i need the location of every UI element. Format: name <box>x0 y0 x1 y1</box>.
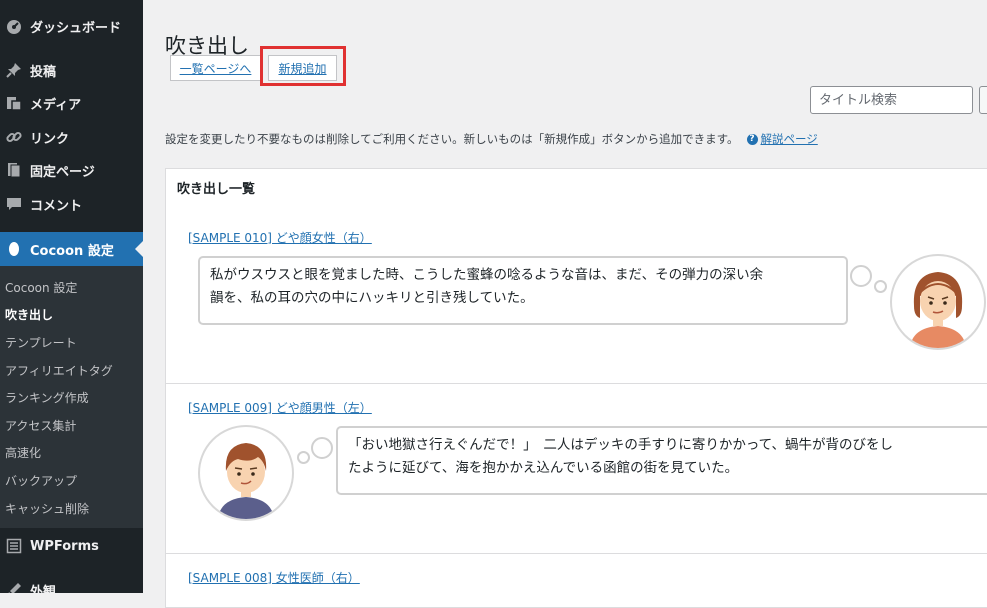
menu-comments[interactable]: コメント <box>0 187 143 221</box>
woman-avatar <box>890 254 986 350</box>
thought-circle-large <box>311 437 333 459</box>
sample-010-link[interactable]: [SAMPLE 010] どや顔女性（右） <box>188 229 372 246</box>
pin-icon <box>6 62 22 78</box>
page-icon <box>6 162 22 178</box>
menu-pages[interactable]: 固定ページ <box>0 153 143 187</box>
submenu-cocoon-settings[interactable]: Cocoon 設定 <box>5 279 77 296</box>
admin-sidebar: ダッシュボード 投稿 メディア リンク 固定ページ コメント Cocoon 設定… <box>0 0 143 593</box>
media-icon <box>6 95 22 111</box>
balloon-list-panel: 吹き出し一覧 [SAMPLE 010] どや顔女性（右） 私がウスウスと眼を覚ま… <box>165 168 987 608</box>
menu-media-label: メディア <box>30 97 82 113</box>
link-icon <box>6 129 22 145</box>
menu-dashboard[interactable]: ダッシュボード <box>0 9 143 43</box>
submenu-backup[interactable]: バックアップ <box>5 472 77 489</box>
bubble-line: たように延びて、海を抱かかえ込んでいる函館の街を見ていた。 <box>348 460 739 476</box>
menu-media[interactable]: メディア <box>0 86 143 120</box>
help-page-link[interactable]: 解説ページ <box>761 131 818 147</box>
bubble-line: 私がウスウスと眼を覚ました時、こうした蜜蜂の唸るような音は、まだ、その弾力の深い… <box>210 267 764 283</box>
row-divider <box>166 553 987 554</box>
cocoon-submenu: Cocoon 設定 吹き出し テンプレート アフィリエイトタグ ランキング作成 … <box>0 266 143 528</box>
dashboard-icon <box>6 18 22 34</box>
submenu-speedup[interactable]: 高速化 <box>5 444 41 461</box>
submenu-balloon[interactable]: 吹き出し <box>5 306 53 323</box>
submenu-cache-clear[interactable]: キャッシュ削除 <box>5 500 89 517</box>
help-icon: ? <box>746 133 758 145</box>
bubble-line: 「おい地獄さ行えぐんだで！」 二人はデッキの手すりに寄りかかって、蝸牛が背のびを… <box>348 437 893 453</box>
page-description: 設定を変更したり不要なものは削除してご利用ください。新しいものは「新規作成」ボタ… <box>165 131 818 147</box>
row-divider <box>166 383 987 384</box>
menu-comments-label: コメント <box>30 198 83 214</box>
speech-bubble: 私がウスウスと眼を覚ました時、こうした蜜蜂の唸るような音は、まだ、その弾力の深い… <box>198 256 848 325</box>
menu-wpforms[interactable]: WPForms <box>0 529 143 563</box>
menu-cocoon-settings[interactable]: Cocoon 設定 <box>0 232 143 266</box>
sample-008-link[interactable]: [SAMPLE 008] 女性医師（右） <box>188 569 360 586</box>
panel-title: 吹き出し一覧 <box>177 182 256 197</box>
thought-circle-small <box>874 280 887 293</box>
man-avatar <box>198 425 294 521</box>
list-page-tab[interactable]: 一覧ページへ <box>170 55 261 81</box>
menu-wpforms-label: WPForms <box>30 538 99 554</box>
thought-circle-small <box>297 451 310 464</box>
bubble-line: 韻を、私の耳の穴の中にハッキリと引き残していた。 <box>210 290 534 306</box>
menu-posts-label: 投稿 <box>30 64 57 80</box>
submenu-access[interactable]: アクセス集計 <box>5 417 76 434</box>
menu-links[interactable]: リンク <box>0 120 143 154</box>
submenu-template[interactable]: テンプレート <box>5 334 77 351</box>
menu-links-label: リンク <box>30 131 70 147</box>
menu-dashboard-label: ダッシュボード <box>30 20 122 36</box>
submenu-ranking[interactable]: ランキング作成 <box>5 389 89 406</box>
title-search-input[interactable] <box>810 86 973 114</box>
description-text: 設定を変更したり不要なものは削除してご利用ください。新しいものは「新規作成」ボタ… <box>165 132 739 146</box>
highlight-box <box>260 46 346 86</box>
thought-circle-large <box>850 265 872 287</box>
appearance-icon <box>6 582 22 593</box>
search-button[interactable] <box>979 86 987 114</box>
forms-icon <box>6 538 22 554</box>
menu-posts[interactable]: 投稿 <box>0 53 143 87</box>
submenu-affiliate-tag[interactable]: アフィリエイトタグ <box>5 362 113 379</box>
menu-pages-label: 固定ページ <box>30 164 95 180</box>
comment-icon <box>6 196 22 212</box>
speech-bubble: 「おい地獄さ行えぐんだで！」 二人はデッキの手すりに寄りかかって、蝸牛が背のびを… <box>336 426 987 495</box>
cocoon-icon <box>6 241 22 257</box>
menu-cocoon-label: Cocoon 設定 <box>30 243 114 259</box>
menu-appearance[interactable]: 外観 <box>0 573 143 593</box>
menu-appearance-label: 外観 <box>30 584 57 594</box>
sample-009-link[interactable]: [SAMPLE 009] どや顔男性（左） <box>188 399 372 416</box>
